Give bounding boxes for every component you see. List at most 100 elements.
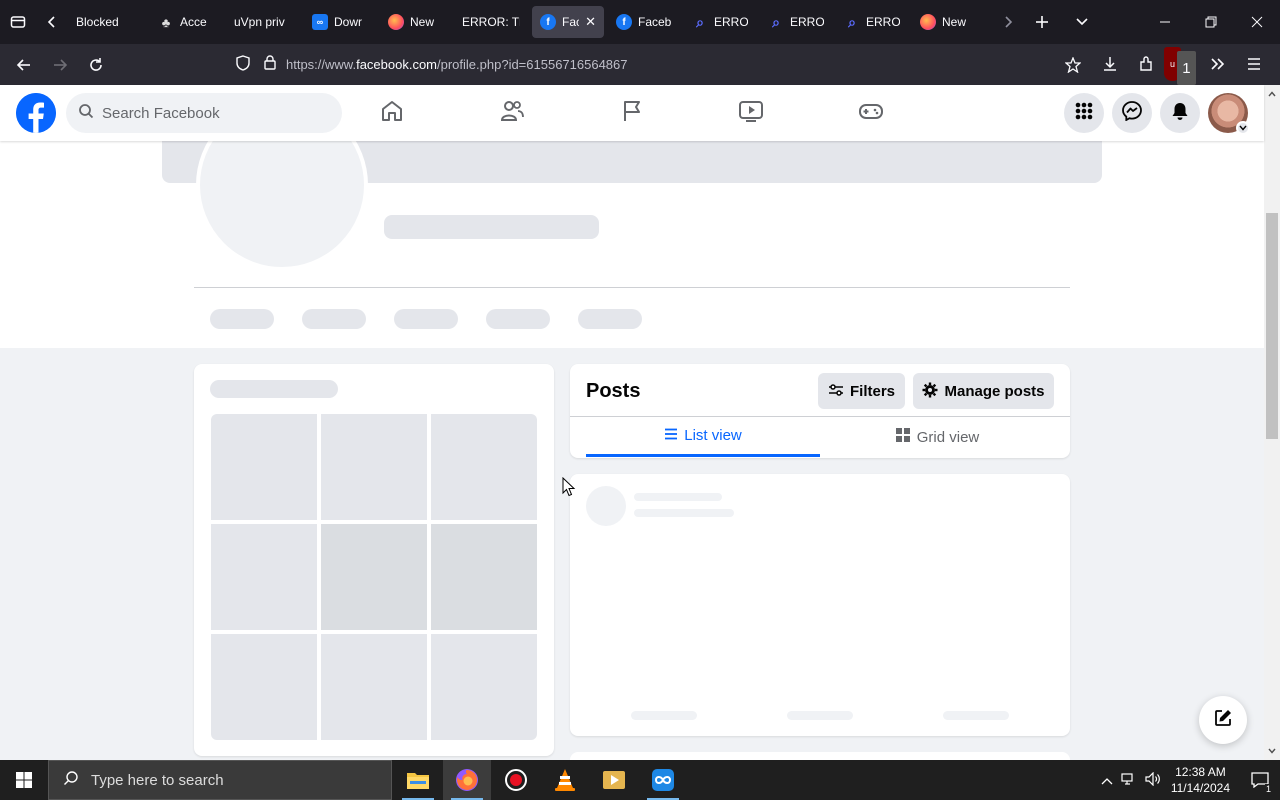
home-icon	[379, 98, 405, 129]
browser-tab[interactable]: uVpn priv	[226, 6, 300, 38]
browser-tab[interactable]: ⌕ ERRO	[836, 6, 908, 38]
account-avatar[interactable]	[1208, 93, 1250, 135]
profile-header-skeleton	[0, 99, 1264, 348]
back-icon[interactable]	[6, 47, 42, 83]
browser-tab[interactable]: New	[380, 6, 450, 38]
close-window-icon[interactable]	[1234, 0, 1280, 44]
browser-tab[interactable]: New	[912, 6, 984, 38]
notifications-button[interactable]	[1160, 93, 1200, 133]
filters-button[interactable]: Filters	[818, 373, 905, 409]
ublock-icon[interactable]: u 1	[1164, 47, 1200, 85]
flag-icon	[619, 98, 645, 129]
browser-tab[interactable]: f Faceb	[608, 6, 680, 38]
facebook-logo-icon[interactable]	[16, 93, 56, 133]
photo-placeholder	[431, 524, 537, 630]
file-explorer-icon[interactable]	[394, 760, 442, 800]
scroll-up-arrow-icon[interactable]	[1264, 87, 1280, 101]
tab-strip: Blocked ♣ Acce uVpn priv ∞ Dowr New ERROR: Th f F…	[68, 0, 988, 44]
bookmark-star-icon[interactable]	[1055, 47, 1091, 83]
taskbar-clock[interactable]: 12:38 AM 11/14/2024	[1171, 764, 1230, 796]
post-skeleton-card	[570, 474, 1070, 736]
browser-tab-title: Blocked	[76, 15, 119, 29]
nav-video[interactable]	[695, 85, 807, 141]
new-message-button[interactable]	[1199, 696, 1247, 744]
new-tab-icon[interactable]	[1024, 0, 1060, 44]
scroll-down-arrow-icon[interactable]	[1264, 744, 1280, 758]
taskbar-search-box[interactable]	[48, 760, 392, 800]
page-scrollbar[interactable]	[1264, 85, 1280, 760]
compose-icon	[1213, 708, 1233, 733]
messenger-button[interactable]	[1112, 93, 1152, 133]
infinity-app-icon[interactable]	[639, 760, 687, 800]
forward-icon[interactable]	[42, 47, 78, 83]
network-icon[interactable]	[1121, 772, 1137, 789]
overflow-chevrons-icon[interactable]	[1200, 47, 1236, 81]
windows-taskbar: 12:38 AM 11/14/2024 1	[0, 760, 1280, 800]
tab-grid-view[interactable]: Grid view	[820, 417, 1054, 457]
extensions-icon[interactable]	[1128, 47, 1164, 81]
manage-posts-label: Manage posts	[944, 382, 1045, 400]
volume-icon[interactable]	[1145, 771, 1161, 789]
taskbar-search-icon	[63, 770, 79, 791]
browser-tab[interactable]: ∞ Dowr	[304, 6, 376, 38]
photo-placeholder	[211, 634, 317, 740]
scroll-tabs-right-icon[interactable]	[990, 0, 1026, 44]
browser-tab-title: ERRO	[714, 15, 748, 29]
url-text: https://www.facebook.com/profile.php?id=…	[286, 56, 628, 72]
minimize-icon[interactable]	[1142, 0, 1188, 44]
filters-icon	[828, 383, 844, 400]
browser-tab-title: Acce	[180, 15, 207, 29]
video-icon	[738, 98, 764, 129]
firefox-icon	[920, 14, 936, 30]
firefox-icon	[388, 14, 404, 30]
grid-view-icon	[895, 427, 911, 447]
reload-icon[interactable]	[78, 47, 114, 83]
browser-tab[interactable]: ⌕ ERRO	[760, 6, 832, 38]
nav-friends[interactable]	[456, 85, 568, 141]
nav-gaming[interactable]	[815, 85, 927, 141]
post-author-placeholder	[634, 493, 722, 501]
profile-tab-placeholder	[210, 309, 274, 329]
browser-tab[interactable]: ♣ Acce	[150, 6, 222, 38]
profile-tab-placeholder	[578, 309, 642, 329]
show-hidden-icons-icon[interactable]	[1101, 773, 1113, 788]
browser-tab[interactable]: ⌕ ERRO	[684, 6, 756, 38]
screen-recorder-icon[interactable]	[492, 760, 540, 800]
vlc-icon[interactable]	[541, 760, 589, 800]
tab-list-view[interactable]: List view	[586, 417, 820, 457]
windows-start-icon[interactable]	[0, 760, 48, 800]
search-icon: ⌕	[848, 13, 856, 30]
photo-placeholder	[431, 414, 537, 520]
nav-pages[interactable]	[576, 85, 688, 141]
filters-label: Filters	[849, 382, 895, 400]
firefox-taskbar-icon[interactable]	[443, 760, 491, 800]
url-bar[interactable]: https://www.facebook.com/profile.php?id=…	[228, 49, 1092, 79]
search-icon: ⌕	[772, 13, 780, 30]
search-icon	[78, 103, 94, 124]
facebook-search-box[interactable]	[66, 93, 342, 133]
scroll-thumb[interactable]	[1266, 213, 1278, 439]
scroll-tabs-left-icon[interactable]	[36, 0, 68, 44]
list-all-tabs-icon[interactable]	[1064, 0, 1100, 44]
notifications-center-icon[interactable]: 1	[1240, 760, 1280, 800]
media-player-icon[interactable]	[590, 760, 638, 800]
download-icon[interactable]	[1092, 47, 1128, 81]
taskbar-search-input[interactable]	[91, 771, 371, 789]
browser-tab[interactable]: Blocked	[68, 6, 146, 38]
post-meta-placeholder	[634, 509, 734, 517]
browser-tab[interactable]: f Fac ✕	[532, 6, 604, 38]
facebook-search-input[interactable]	[102, 104, 322, 122]
hamburger-menu-icon[interactable]	[1236, 47, 1272, 81]
nav-home[interactable]	[336, 85, 448, 141]
firefox-view-icon[interactable]	[0, 0, 36, 44]
tracking-protection-icon[interactable]	[236, 54, 250, 74]
manage-posts-button[interactable]: Manage posts	[913, 373, 1054, 409]
lock-icon[interactable]	[264, 55, 276, 73]
profile-tab-placeholder	[302, 309, 366, 329]
menu-grid-button[interactable]	[1064, 93, 1104, 133]
close-tab-icon[interactable]: ✕	[585, 14, 596, 30]
photo-placeholder	[211, 414, 317, 520]
restore-icon[interactable]	[1188, 0, 1234, 44]
browser-tab[interactable]: ERROR: Th	[454, 6, 528, 38]
posts-title: Posts	[586, 380, 641, 402]
